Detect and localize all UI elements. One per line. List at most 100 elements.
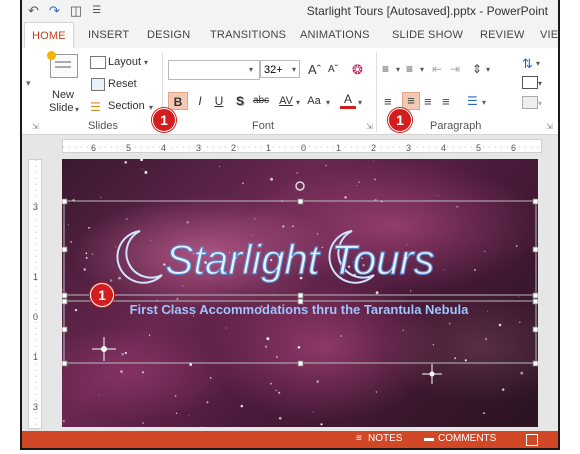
font-name-dropdown-icon[interactable]: ▾ — [249, 65, 253, 74]
clipboard-collapse-icon[interactable]: ▾ — [26, 78, 31, 89]
new-slide-icon[interactable] — [47, 51, 78, 78]
tab-animations[interactable]: ANIMATIONS — [300, 29, 370, 41]
ruler-mark: 4 — [161, 143, 166, 153]
ribbon-tabs: HOME INSERT DESIGN TRANSITIONS ANIMATION… — [22, 22, 558, 49]
smartart-icon[interactable] — [522, 96, 538, 109]
slideshow-start-icon[interactable]: ◫ — [70, 3, 82, 19]
grow-font-icon[interactable]: Aˆ — [308, 62, 321, 77]
text-direction-icon[interactable]: ⇅ — [522, 56, 533, 72]
strikethrough-button[interactable]: abc — [250, 92, 272, 110]
increase-indent-icon[interactable]: ⇥ — [450, 62, 460, 76]
tab-review[interactable]: REVIEW — [480, 29, 525, 41]
star-dot — [456, 206, 458, 208]
comments-button[interactable]: COMMENTS — [438, 433, 496, 444]
layout-dropdown-icon[interactable]: ▾ — [144, 58, 148, 67]
star-dot — [312, 411, 314, 413]
new-slide-dropdown-icon[interactable]: ▾ — [75, 105, 79, 114]
character-spacing-button[interactable]: AV — [276, 92, 296, 110]
status-bar: ≡ NOTES ▬ COMMENTS — [22, 431, 558, 448]
columns-icon[interactable]: ☰ — [467, 94, 478, 108]
slide-subtitle[interactable]: First Class Accommodations thru the Tara… — [130, 302, 470, 317]
star-dot — [240, 404, 244, 408]
italic-button[interactable]: I — [192, 92, 208, 110]
star-dot — [519, 321, 521, 324]
layout-button[interactable]: Layout — [108, 56, 141, 68]
align-left-icon[interactable]: ≡ — [384, 94, 392, 109]
star-dot — [485, 338, 487, 340]
rotate-handle-icon[interactable] — [295, 181, 305, 191]
slide-graphics[interactable]: Starlight Tours First Class Accommodatio… — [62, 159, 538, 427]
slide-canvas[interactable]: Starlight Tours First Class Accommodatio… — [62, 159, 538, 427]
star-dot — [483, 412, 485, 414]
star-dot — [91, 253, 94, 255]
redo-icon[interactable]: ↷ — [49, 3, 60, 19]
star-dot — [275, 389, 278, 392]
star-dot — [437, 195, 439, 197]
line-spacing-icon[interactable]: ⇕ — [472, 62, 482, 76]
shadow-button[interactable]: S — [232, 92, 248, 110]
font-size-dropdown-icon[interactable]: ▾ — [292, 65, 296, 74]
change-case-dropdown-icon[interactable]: ▾ — [326, 98, 330, 107]
undo-icon[interactable]: ↶ — [28, 3, 39, 19]
font-dialog-launcher-icon[interactable]: ⇲ — [366, 122, 373, 131]
align-text-dropdown-icon[interactable]: ▾ — [538, 79, 542, 88]
tab-insert[interactable]: INSERT — [88, 29, 129, 41]
star-dot — [278, 391, 281, 394]
change-case-button[interactable]: Aa — [304, 92, 324, 110]
bullets-icon[interactable]: ≡ — [382, 62, 389, 76]
section-icon: ☰ — [90, 100, 101, 114]
font-color-button[interactable]: A — [340, 92, 356, 109]
bold-button[interactable]: B — [168, 92, 188, 110]
notes-icon[interactable]: ≡ — [356, 433, 362, 444]
tab-view[interactable]: VIEW — [540, 29, 558, 41]
star-dot — [125, 218, 128, 220]
tab-slide-show[interactable]: SLIDE SHOW — [392, 29, 463, 41]
customize-qat-icon[interactable]: ☰ — [92, 3, 101, 19]
align-center-icon[interactable]: ≡ — [402, 92, 420, 110]
comments-icon[interactable]: ▬ — [424, 433, 434, 444]
new-slide-label-2[interactable]: Slide — [49, 102, 73, 114]
decrease-indent-icon[interactable]: ⇤ — [432, 62, 442, 76]
star-dot — [409, 290, 412, 292]
slide-title[interactable]: Starlight Tours — [165, 235, 435, 283]
justify-icon[interactable]: ≡ — [442, 94, 450, 109]
shrink-font-icon[interactable]: Aˇ — [328, 64, 338, 75]
star-dot — [182, 285, 184, 287]
smartart-dropdown-icon[interactable]: ▾ — [538, 99, 542, 108]
tab-design[interactable]: DESIGN — [147, 29, 190, 41]
columns-dropdown-icon[interactable]: ▾ — [482, 98, 486, 107]
ruler-mark: 0 — [301, 143, 306, 153]
font-color-dropdown-icon[interactable]: ▾ — [358, 98, 362, 107]
section-button[interactable]: Section — [108, 100, 145, 112]
underline-button[interactable]: U — [211, 92, 227, 110]
numbering-dropdown-icon[interactable]: ▾ — [420, 65, 424, 74]
section-dropdown-icon[interactable]: ▾ — [149, 103, 153, 112]
vertical-ruler: 3 1 0 1 3 — [28, 159, 42, 430]
character-spacing-dropdown-icon[interactable]: ▾ — [296, 98, 300, 107]
star-dot — [358, 181, 360, 183]
tab-transitions[interactable]: TRANSITIONS — [210, 29, 286, 41]
bullets-dropdown-icon[interactable]: ▾ — [396, 65, 400, 74]
notes-button[interactable]: NOTES — [368, 433, 402, 444]
normal-view-icon[interactable] — [526, 434, 538, 446]
callout-badge: 1 — [152, 108, 176, 132]
clipboard-launcher-icon[interactable]: ⇲ — [32, 122, 39, 131]
clear-formatting-icon[interactable]: ❂ — [352, 62, 363, 78]
powerpoint-window: ↶ ↷ ◫ ☰ Starlight Tours [Autosaved].pptx… — [20, 0, 560, 450]
reset-button[interactable]: Reset — [108, 78, 137, 90]
ruler-mark: 6 — [511, 143, 516, 153]
font-name-input[interactable] — [168, 60, 260, 80]
star-dot — [487, 310, 489, 312]
window-title: Starlight Tours [Autosaved].pptx - Power… — [306, 4, 548, 18]
numbering-icon[interactable]: ≡ — [406, 62, 413, 76]
bright-star — [92, 337, 116, 361]
tab-home[interactable]: HOME — [24, 22, 74, 49]
text-direction-dropdown-icon[interactable]: ▾ — [536, 59, 540, 68]
align-text-icon[interactable] — [522, 76, 538, 89]
paragraph-dialog-launcher-icon[interactable]: ⇲ — [546, 122, 553, 131]
align-right-icon[interactable]: ≡ — [424, 94, 432, 109]
line-spacing-dropdown-icon[interactable]: ▾ — [486, 65, 490, 74]
star-dot — [70, 240, 73, 244]
star-dot — [316, 233, 319, 235]
new-slide-label[interactable]: New — [52, 89, 74, 101]
